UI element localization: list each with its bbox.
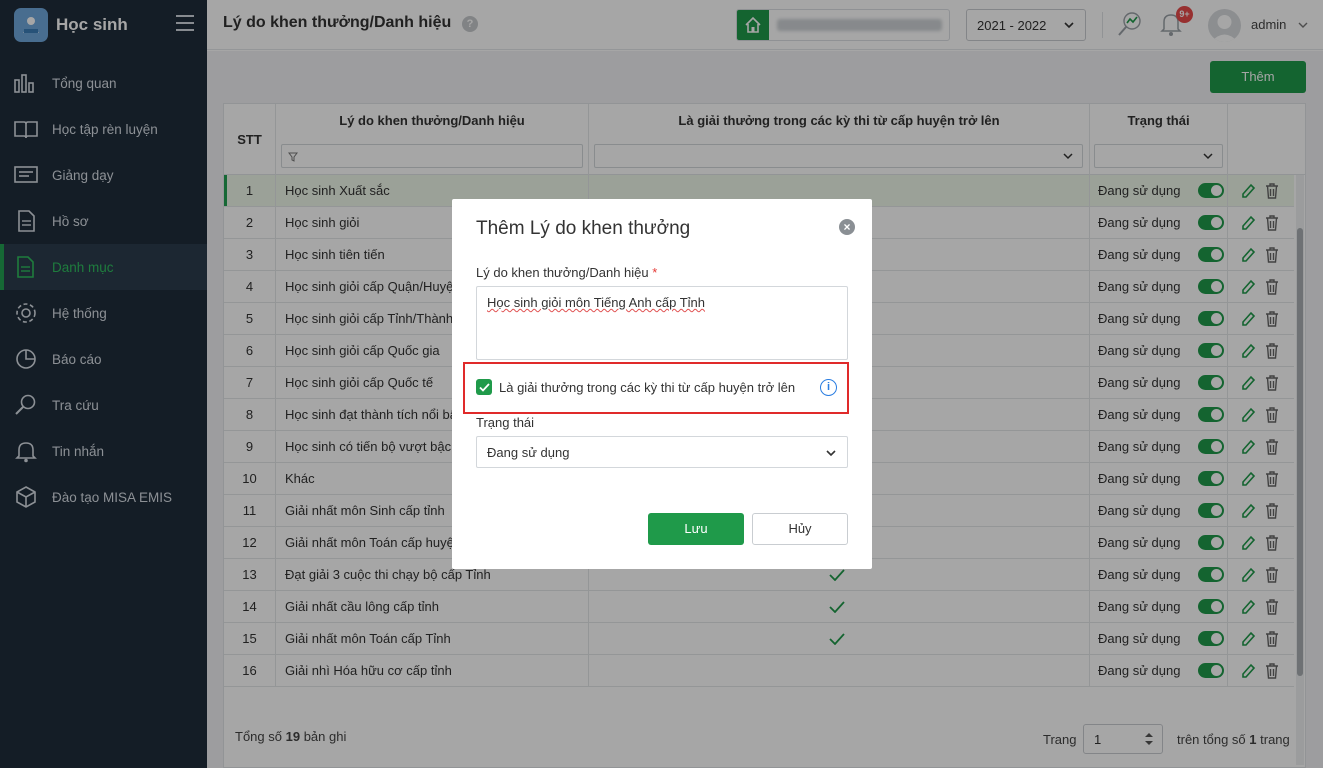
save-button[interactable]: Lưu xyxy=(648,513,744,545)
district-award-checkbox[interactable] xyxy=(476,379,492,395)
cancel-button[interactable]: Hủy xyxy=(752,513,848,545)
status-select-value: Đang sử dụng xyxy=(487,445,570,460)
required-mark: * xyxy=(652,265,658,280)
reason-field-label: Lý do khen thưởng/Danh hiệu * xyxy=(476,265,657,280)
status-field-label: Trạng thái xyxy=(476,415,535,430)
dialog-title: Thêm Lý do khen thưởng xyxy=(476,218,691,239)
close-icon[interactable]: × xyxy=(839,219,855,235)
reason-textarea[interactable]: Học sinh giỏi môn Tiếng Anh cấp Tỉnh xyxy=(476,286,848,360)
add-reason-dialog: Thêm Lý do khen thưởng × Lý do khen thưở… xyxy=(452,199,872,569)
reason-value: Học sinh giỏi môn Tiếng Anh cấp Tỉnh xyxy=(487,295,706,310)
district-award-label[interactable]: Là giải thưởng trong các kỳ thi từ cấp h… xyxy=(499,380,795,395)
reason-label-text: Lý do khen thưởng/Danh hiệu xyxy=(476,265,649,280)
status-select[interactable]: Đang sử dụng xyxy=(476,436,848,468)
chevron-down-icon xyxy=(825,447,837,462)
info-icon[interactable]: i xyxy=(820,379,837,396)
checkmark-icon xyxy=(478,382,490,392)
